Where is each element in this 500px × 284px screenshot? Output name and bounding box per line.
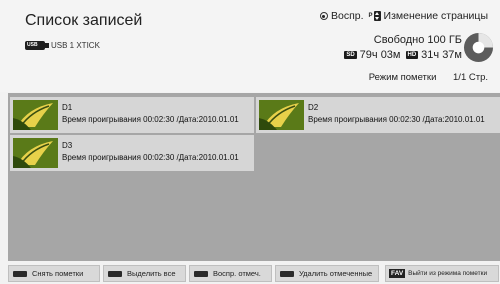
select-all-label: Выделить все: [127, 269, 176, 278]
usb-device-label: USB 1 XTICK: [51, 41, 100, 50]
exit-mark-mode-button[interactable]: FAV Выйти из режима пометки: [385, 265, 499, 282]
unmark-label: Снять пометки: [32, 269, 84, 278]
usb-device: USB USB 1 XTICK: [25, 41, 100, 50]
free-space: Свободно 100 ГБ: [373, 34, 462, 46]
p-key-label: P: [368, 13, 373, 19]
blue-key-icon: [280, 270, 294, 277]
play-marked-label: Воспр. отмеч.: [213, 269, 261, 278]
legend-page-label: Изменение страницы: [383, 10, 488, 22]
red-key-icon: [13, 270, 27, 277]
hd-time: 31ч 37м: [421, 49, 462, 61]
unmark-button[interactable]: Снять пометки: [8, 265, 100, 282]
yellow-key-icon: [194, 270, 208, 277]
item-info: Время проигрывания 00:02:30 /Дата:2010.0…: [62, 153, 239, 162]
green-key-icon: [108, 270, 122, 277]
page-updown-icon: [373, 11, 381, 21]
recording-list: D1 Время проигрывания 00:02:30 /Дата:201…: [8, 93, 500, 261]
fav-key-icon: FAV: [389, 269, 406, 278]
item-title: D1: [62, 103, 73, 112]
page-title: Список записей: [25, 12, 143, 29]
item-title: D2: [308, 103, 319, 112]
video-thumbnail: [13, 100, 58, 130]
ok-button-icon: [319, 12, 328, 20]
list-item[interactable]: D1 Время проигрывания 00:02:30 /Дата:201…: [10, 97, 254, 133]
footer-bar: Снять пометки Выделить все Воспр. отмеч.…: [0, 263, 500, 284]
delete-marked-label: Удалить отмеченные: [299, 269, 373, 278]
list-item[interactable]: D2 Время проигрывания 00:02:30 /Дата:201…: [256, 97, 500, 133]
sd-time: 79ч 03м: [359, 49, 401, 61]
list-item[interactable]: D3 Время проигрывания 00:02:30 /Дата:201…: [10, 135, 254, 171]
header: Список записей USB USB 1 XTICK Воспр. P …: [0, 0, 500, 92]
delete-marked-button[interactable]: Удалить отмеченные: [275, 265, 379, 282]
exit-mark-label: Выйти из режима пометки: [408, 270, 488, 277]
usb-drive-icon: USB: [25, 41, 49, 50]
sd-badge: SD: [344, 51, 357, 59]
remaining-time: SD 79ч 03м HD 31ч 37м: [344, 49, 462, 61]
key-legend: Воспр. P Изменение страницы: [319, 10, 488, 22]
mark-mode-label: Режим пометки: [368, 72, 437, 83]
select-all-button[interactable]: Выделить все: [103, 265, 186, 282]
disk-usage-icon: [463, 32, 494, 63]
video-thumbnail: [259, 100, 304, 130]
video-thumbnail: [13, 138, 58, 168]
item-info: Время проигрывания 00:02:30 /Дата:2010.0…: [308, 115, 485, 124]
hd-badge: HD: [405, 51, 419, 59]
page-indicator: 1/1 Стр.: [453, 72, 488, 83]
legend-play-label: Воспр.: [330, 10, 364, 22]
play-marked-button[interactable]: Воспр. отмеч.: [189, 265, 272, 282]
item-title: D3: [62, 141, 73, 150]
mark-mode-status: Режим пометки 1/1 Стр.: [369, 72, 488, 83]
item-info: Время проигрывания 00:02:30 /Дата:2010.0…: [62, 115, 239, 124]
